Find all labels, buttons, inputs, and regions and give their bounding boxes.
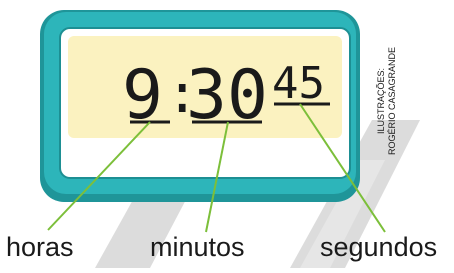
- seconds-digits: 45: [272, 58, 325, 109]
- illustration-credit: ILUSTRAÇÕES: ROGÉRIO CASAGRANDE: [372, 16, 402, 186]
- illustration-credit-text: ILUSTRAÇÕES: ROGÉRIO CASAGRANDE: [376, 47, 398, 155]
- clock-diagram: 9 : 30 45 horas minutos segundos ILUSTRA…: [0, 0, 454, 268]
- hours-label: horas: [6, 232, 74, 262]
- clock-button-4[interactable]: [280, 150, 318, 162]
- minutes-label: minutos: [150, 232, 245, 262]
- clock-button-2[interactable]: [168, 150, 206, 162]
- credit-line-1: ILUSTRAÇÕES:: [376, 68, 386, 135]
- credit-line-2: ROGÉRIO CASAGRANDE: [387, 46, 397, 156]
- seconds-label: segundos: [320, 232, 438, 262]
- clock-button-3[interactable]: [224, 150, 262, 162]
